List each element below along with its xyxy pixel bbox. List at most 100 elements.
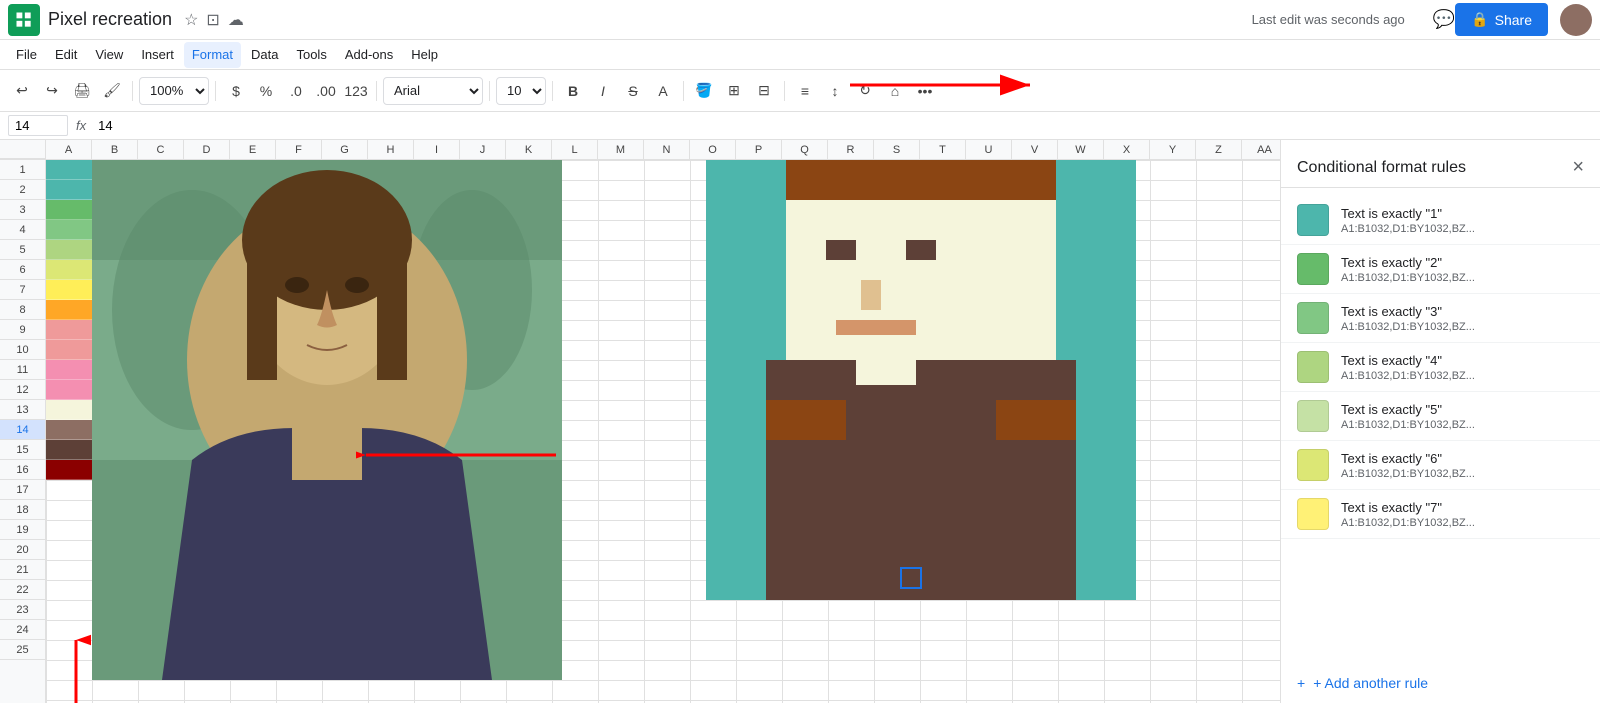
palette-cell-1[interactable]: [46, 160, 92, 180]
menu-insert[interactable]: Insert: [133, 42, 182, 68]
col-H[interactable]: H: [368, 140, 414, 160]
cell-reference-input[interactable]: [8, 115, 68, 136]
redo-button[interactable]: ↪: [38, 77, 66, 105]
panel-close-button[interactable]: ×: [1572, 156, 1584, 179]
col-corner[interactable]: [0, 140, 46, 159]
row-2[interactable]: 2: [0, 180, 45, 200]
fill-color-button[interactable]: 🪣: [690, 77, 718, 105]
row-25[interactable]: 25: [0, 640, 45, 660]
cloud-icon[interactable]: ☁: [228, 10, 244, 30]
palette-cell-2[interactable]: [46, 180, 92, 200]
row-19[interactable]: 19: [0, 520, 45, 540]
print-button[interactable]: 🖨: [68, 77, 96, 105]
rule-item-4[interactable]: Text is exactly "4" A1:B1032,D1:BY1032,B…: [1281, 343, 1600, 392]
palette-cell-12[interactable]: [46, 380, 92, 400]
col-S[interactable]: S: [874, 140, 920, 160]
col-O[interactable]: O: [690, 140, 736, 160]
decimal-inc-button[interactable]: .00: [312, 77, 340, 105]
rule-item-3[interactable]: Text is exactly "3" A1:B1032,D1:BY1032,B…: [1281, 294, 1600, 343]
borders-button[interactable]: ⊞: [720, 77, 748, 105]
palette-cell-6[interactable]: [46, 260, 92, 280]
user-avatar[interactable]: [1560, 4, 1592, 36]
bold-button[interactable]: B: [559, 77, 587, 105]
palette-cell-3[interactable]: [46, 200, 92, 220]
row-3[interactable]: 3: [0, 200, 45, 220]
rule-item-5[interactable]: Text is exactly "5" A1:B1032,D1:BY1032,B…: [1281, 392, 1600, 441]
menu-addons[interactable]: Add-ons: [337, 42, 401, 68]
col-J[interactable]: J: [460, 140, 506, 160]
row-20[interactable]: 20: [0, 540, 45, 560]
menu-format[interactable]: Format: [184, 42, 241, 68]
row-17[interactable]: 17: [0, 480, 45, 500]
col-W[interactable]: W: [1058, 140, 1104, 160]
menu-edit[interactable]: Edit: [47, 42, 85, 68]
row-24[interactable]: 24: [0, 620, 45, 640]
palette-cell-10[interactable]: [46, 340, 92, 360]
row-8[interactable]: 8: [0, 300, 45, 320]
row-13[interactable]: 13: [0, 400, 45, 420]
col-A[interactable]: A: [46, 140, 92, 160]
row-4[interactable]: 4: [0, 220, 45, 240]
v-align-button[interactable]: ↕: [821, 77, 849, 105]
font-select[interactable]: Arial: [383, 77, 483, 105]
col-G[interactable]: G: [322, 140, 368, 160]
col-L[interactable]: L: [552, 140, 598, 160]
row-1[interactable]: 1: [0, 160, 45, 180]
col-Z[interactable]: Z: [1196, 140, 1242, 160]
font-color-button[interactable]: A: [649, 77, 677, 105]
menu-file[interactable]: File: [8, 42, 45, 68]
font-size-select[interactable]: 10: [496, 77, 546, 105]
more-formats-button[interactable]: 123: [342, 77, 370, 105]
row-22[interactable]: 22: [0, 580, 45, 600]
menu-tools[interactable]: Tools: [288, 42, 334, 68]
rule-item-2[interactable]: Text is exactly "2" A1:B1032,D1:BY1032,B…: [1281, 245, 1600, 294]
rule-item-1[interactable]: Text is exactly "1" A1:B1032,D1:BY1032,B…: [1281, 196, 1600, 245]
percent-button[interactable]: %: [252, 77, 280, 105]
col-T[interactable]: T: [920, 140, 966, 160]
col-B[interactable]: B: [92, 140, 138, 160]
col-R[interactable]: R: [828, 140, 874, 160]
currency-button[interactable]: $: [222, 77, 250, 105]
palette-cell-8[interactable]: [46, 300, 92, 320]
row-7[interactable]: 7: [0, 280, 45, 300]
col-M[interactable]: M: [598, 140, 644, 160]
rule-item-7[interactable]: Text is exactly "7" A1:B1032,D1:BY1032,B…: [1281, 490, 1600, 539]
palette-cell-16[interactable]: [46, 460, 92, 480]
rule-item-6[interactable]: Text is exactly "6" A1:B1032,D1:BY1032,B…: [1281, 441, 1600, 490]
formula-input[interactable]: [94, 116, 1592, 135]
row-6[interactable]: 6: [0, 260, 45, 280]
col-C[interactable]: C: [138, 140, 184, 160]
palette-cell-13[interactable]: [46, 400, 92, 420]
star-icon[interactable]: ☆: [184, 10, 198, 30]
col-K[interactable]: K: [506, 140, 552, 160]
col-D[interactable]: D: [184, 140, 230, 160]
col-N[interactable]: N: [644, 140, 690, 160]
palette-cell-7[interactable]: [46, 280, 92, 300]
menu-data[interactable]: Data: [243, 42, 286, 68]
col-P[interactable]: P: [736, 140, 782, 160]
merge-button[interactable]: ⊟: [750, 77, 778, 105]
row-5[interactable]: 5: [0, 240, 45, 260]
row-9[interactable]: 9: [0, 320, 45, 340]
row-15[interactable]: 15: [0, 440, 45, 460]
row-10[interactable]: 10: [0, 340, 45, 360]
menu-help[interactable]: Help: [403, 42, 446, 68]
row-14[interactable]: 14: [0, 420, 45, 440]
palette-cell-15[interactable]: [46, 440, 92, 460]
folder-icon[interactable]: ⊡: [206, 10, 219, 30]
h-align-button[interactable]: ≡: [791, 77, 819, 105]
chat-icon[interactable]: 💬: [1433, 9, 1455, 30]
add-rule-button[interactable]: + + Add another rule: [1281, 663, 1600, 703]
row-12[interactable]: 12: [0, 380, 45, 400]
undo-button[interactable]: ↩: [8, 77, 36, 105]
col-U[interactable]: U: [966, 140, 1012, 160]
col-X[interactable]: X: [1104, 140, 1150, 160]
palette-cell-14[interactable]: [46, 420, 92, 440]
italic-button[interactable]: I: [589, 77, 617, 105]
row-16[interactable]: 16: [0, 460, 45, 480]
row-18[interactable]: 18: [0, 500, 45, 520]
col-E[interactable]: E: [230, 140, 276, 160]
col-AA[interactable]: AA: [1242, 140, 1280, 160]
paint-format-button[interactable]: 🖌: [98, 77, 126, 105]
col-Q[interactable]: Q: [782, 140, 828, 160]
